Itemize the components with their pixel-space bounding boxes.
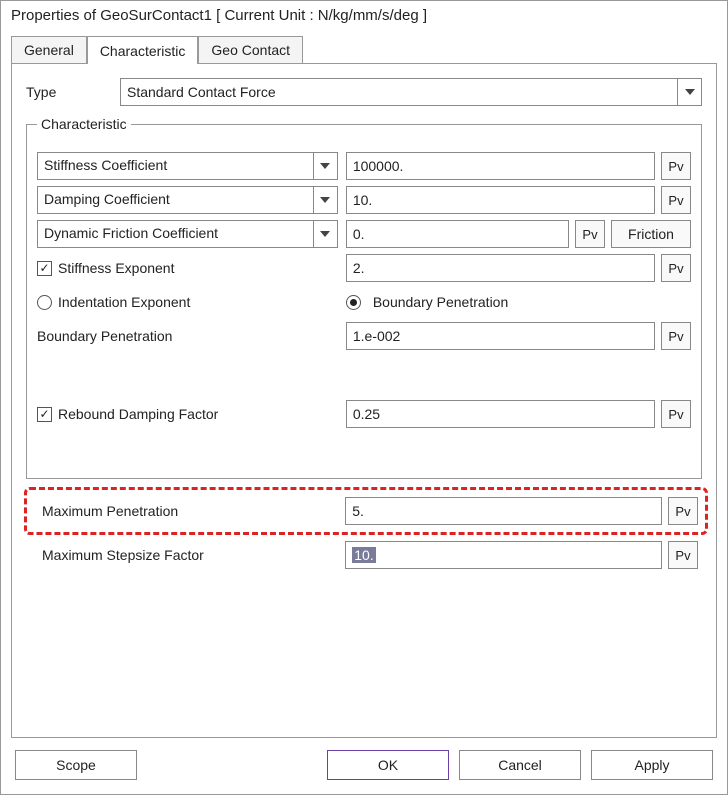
pv-button[interactable]: Pv — [575, 220, 605, 248]
pv-button[interactable]: Pv — [668, 541, 698, 569]
boundary-penetration-input[interactable]: 1.e-002 — [346, 322, 655, 350]
dynamic-friction-input[interactable]: 0. — [346, 220, 569, 248]
dialog-button-bar: Scope OK Cancel Apply — [15, 750, 713, 780]
pv-button[interactable]: Pv — [661, 322, 691, 350]
tab-strip: General Characteristic Geo Contact — [11, 35, 717, 63]
characteristic-legend: Characteristic — [37, 116, 131, 132]
stiffness-coefficient-combo[interactable]: Stiffness Coefficient — [37, 152, 338, 180]
maximum-stepsize-input[interactable]: 10. — [345, 541, 662, 569]
properties-dialog: Properties of GeoSurContact1 [ Current U… — [0, 0, 728, 795]
chevron-down-icon — [313, 187, 337, 213]
tab-general[interactable]: General — [11, 36, 87, 63]
boundary-penetration-radio[interactable] — [346, 295, 361, 310]
damping-coefficient-combo[interactable]: Damping Coefficient — [37, 186, 338, 214]
tab-container: General Characteristic Geo Contact Type … — [11, 35, 717, 738]
dynamic-friction-label: Dynamic Friction Coefficient — [38, 221, 313, 247]
chevron-down-icon — [313, 221, 337, 247]
pv-button[interactable]: Pv — [661, 152, 691, 180]
pv-button[interactable]: Pv — [661, 186, 691, 214]
ok-button[interactable]: OK — [327, 750, 449, 780]
cancel-button[interactable]: Cancel — [459, 750, 581, 780]
pv-button[interactable]: Pv — [668, 497, 698, 525]
tab-panel-characteristic: Type Standard Contact Force Characterist… — [11, 63, 717, 738]
characteristic-group: Characteristic Stiffness Coefficient 100… — [26, 116, 702, 479]
boundary-penetration-label: Boundary Penetration — [37, 328, 172, 344]
rebound-damping-checkbox[interactable]: ✓ — [37, 407, 52, 422]
rebound-damping-input[interactable]: 0.25 — [346, 400, 655, 428]
dialog-title: Properties of GeoSurContact1 [ Current U… — [1, 1, 727, 30]
pv-button[interactable]: Pv — [661, 400, 691, 428]
stiffness-exponent-label: Stiffness Exponent — [58, 260, 174, 276]
damping-coefficient-input[interactable]: 10. — [346, 186, 655, 214]
scope-button[interactable]: Scope — [15, 750, 137, 780]
apply-button[interactable]: Apply — [591, 750, 713, 780]
maximum-stepsize-label: Maximum Stepsize Factor — [42, 547, 204, 563]
boundary-penetration-radio-label: Boundary Penetration — [373, 294, 508, 310]
tab-geo-contact[interactable]: Geo Contact — [198, 36, 303, 63]
chevron-down-icon — [677, 79, 701, 105]
dynamic-friction-combo[interactable]: Dynamic Friction Coefficient — [37, 220, 338, 248]
stiffness-coefficient-label: Stiffness Coefficient — [38, 153, 313, 179]
indentation-exponent-label: Indentation Exponent — [58, 294, 190, 310]
chevron-down-icon — [313, 153, 337, 179]
damping-coefficient-label: Damping Coefficient — [38, 187, 313, 213]
type-value: Standard Contact Force — [127, 84, 276, 100]
friction-button[interactable]: Friction — [611, 220, 691, 248]
maximum-penetration-label: Maximum Penetration — [42, 503, 178, 519]
indentation-exponent-radio[interactable] — [37, 295, 52, 310]
stiffness-coefficient-input[interactable]: 100000. — [346, 152, 655, 180]
stiffness-exponent-input[interactable]: 2. — [346, 254, 655, 282]
stiffness-exponent-checkbox[interactable]: ✓ — [37, 261, 52, 276]
rebound-damping-label: Rebound Damping Factor — [58, 406, 218, 422]
type-select[interactable]: Standard Contact Force — [120, 78, 702, 106]
pv-button[interactable]: Pv — [661, 254, 691, 282]
type-label: Type — [26, 84, 112, 100]
maximum-penetration-input[interactable]: 5. — [345, 497, 662, 525]
tab-characteristic[interactable]: Characteristic — [87, 36, 199, 64]
